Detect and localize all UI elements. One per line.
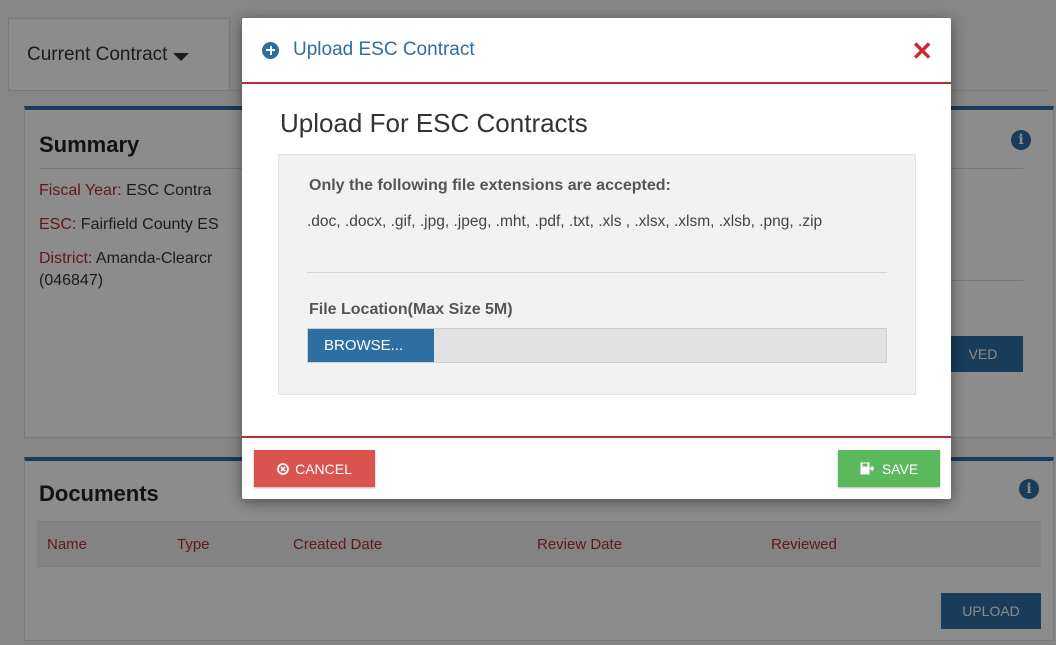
upload-well: Only the following file extensions are a… <box>278 154 916 395</box>
file-input[interactable]: BROWSE... <box>307 328 887 363</box>
footer-divider <box>242 436 951 438</box>
modal-header: Upload ESC Contract ✕ <box>242 18 951 84</box>
upload-modal: Upload ESC Contract ✕ Upload For ESC Con… <box>242 18 951 499</box>
well-divider <box>307 272 887 273</box>
modal-heading: Upload For ESC Contracts <box>280 108 588 138</box>
save-button[interactable]: SAVE <box>838 450 940 487</box>
save-label: SAVE <box>881 460 919 477</box>
cancel-button[interactable]: CANCEL <box>254 450 375 487</box>
save-icon <box>860 462 874 475</box>
file-location-label: File Location(Max Size 5M) <box>309 301 513 318</box>
browse-button[interactable]: BROWSE... <box>308 329 434 362</box>
modal-title: Upload ESC Contract <box>293 39 475 60</box>
cancel-circle-icon <box>277 462 289 475</box>
close-icon[interactable]: ✕ <box>911 38 933 64</box>
plus-circle-icon <box>262 41 279 59</box>
extensions-title: Only the following file extensions are a… <box>309 177 671 194</box>
cancel-label: CANCEL <box>295 460 352 477</box>
extensions-list: .doc, .docx, .gif, .jpg, .jpeg, .mht, .p… <box>307 213 823 230</box>
